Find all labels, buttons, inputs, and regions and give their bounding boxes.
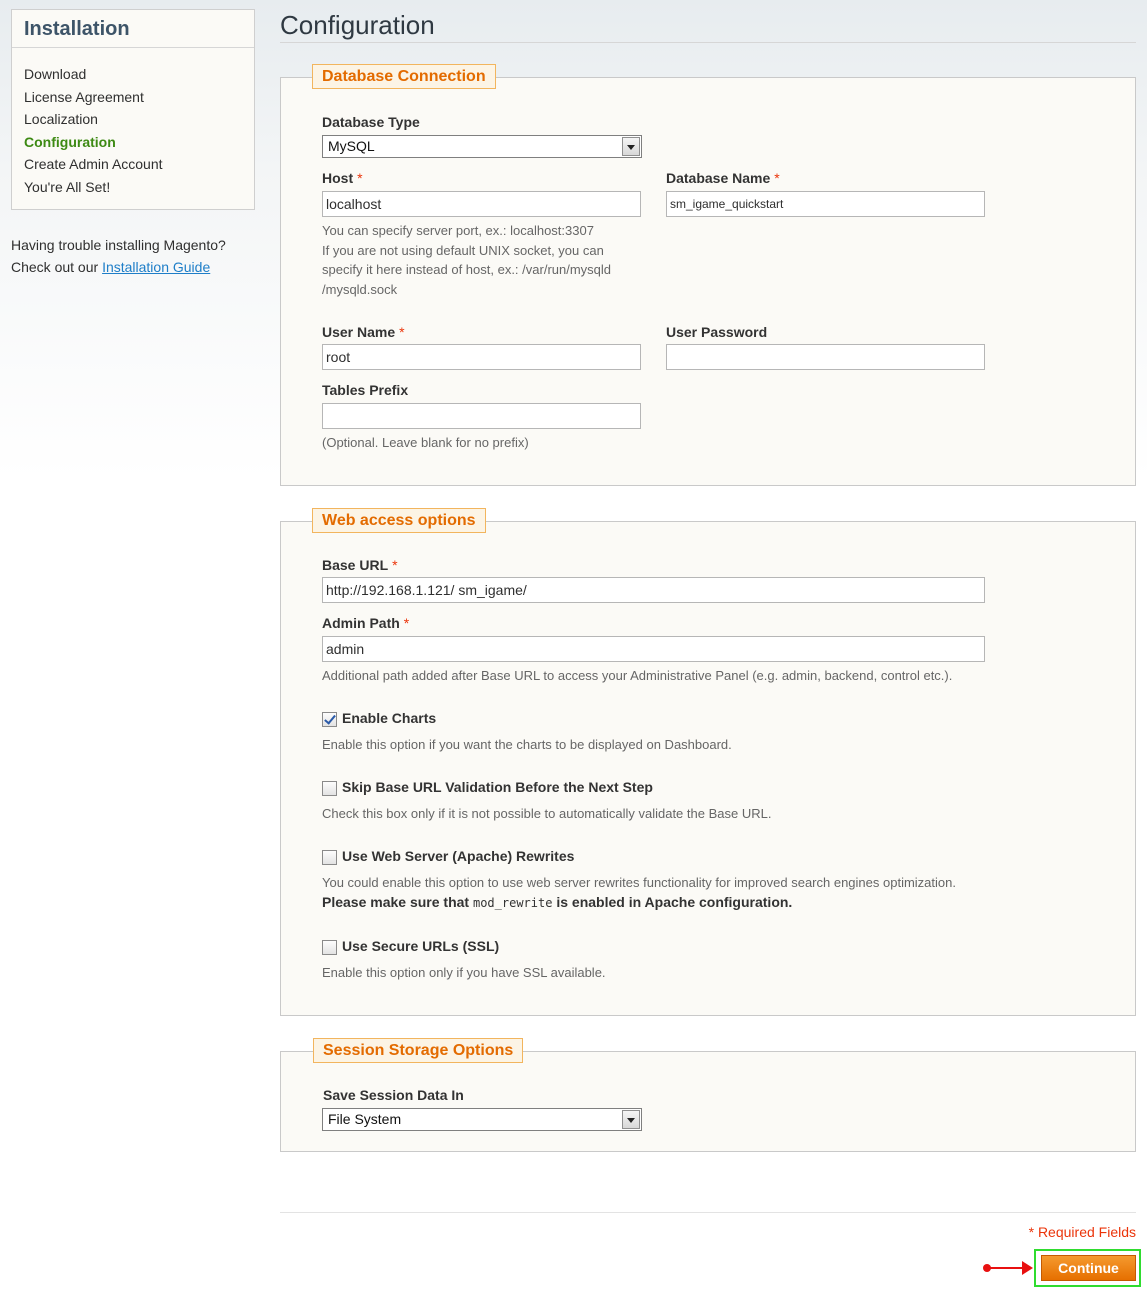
skip-url-validation-note: Check this box only if it is not possibl…	[322, 806, 772, 821]
annotation-arrow-head-icon	[1022, 1261, 1033, 1275]
tables-prefix-input[interactable]	[322, 403, 641, 429]
help-prefix: Check out our	[11, 259, 103, 275]
enable-charts-checkbox[interactable]	[322, 712, 337, 727]
title-divider	[280, 42, 1136, 43]
admin-path-input[interactable]: admin	[322, 636, 985, 662]
host-label: Host *	[322, 170, 363, 186]
required-fields-note: * Required Fields	[1028, 1224, 1136, 1240]
step-all-set: You're All Set!	[24, 178, 111, 195]
use-rewrites-checkbox[interactable]	[322, 850, 337, 865]
help-line-1: Having trouble installing Magento?	[11, 237, 226, 253]
host-note: You can specify server port, ex.: localh…	[322, 223, 612, 297]
tables-prefix-note: (Optional. Leave blank for no prefix)	[322, 435, 529, 450]
user-name-label: User Name *	[322, 324, 405, 340]
annotation-arrow-line	[988, 1267, 1026, 1269]
sidebar-title: Installation	[24, 18, 130, 40]
save-session-value: File System	[328, 1111, 402, 1127]
help-text: Having trouble installing Magento? Check…	[11, 234, 261, 278]
session-storage-legend: Session Storage Options	[313, 1038, 524, 1063]
step-license-agreement: License Agreement	[24, 88, 144, 105]
chevron-down-icon[interactable]	[622, 137, 640, 156]
mod-rewrite-code: mod_rewrite	[472, 896, 553, 910]
database-name-input[interactable]: sm_igame_quickstart	[666, 191, 985, 217]
use-rewrites-label[interactable]: Use Web Server (Apache) Rewrites	[342, 848, 574, 864]
database-name-label: Database Name *	[666, 170, 780, 186]
step-localization: Localization	[24, 111, 98, 127]
use-ssl-label[interactable]: Use Secure URLs (SSL)	[342, 938, 499, 954]
required-star: *	[774, 170, 780, 186]
user-name-input[interactable]: root	[322, 344, 641, 370]
tables-prefix-label: Tables Prefix	[322, 382, 409, 398]
admin-path-note: Additional path added after Base URL to …	[322, 668, 953, 683]
save-session-label: Save Session Data In	[323, 1087, 464, 1103]
enable-charts-label[interactable]: Enable Charts	[342, 710, 436, 726]
database-connection-legend: Database Connection	[312, 64, 496, 89]
user-password-label: User Password	[666, 324, 768, 340]
footer-divider	[280, 1212, 1136, 1213]
required-star: *	[392, 557, 398, 573]
step-download: Download	[24, 66, 87, 82]
admin-path-label: Admin Path *	[322, 615, 410, 631]
use-ssl-note: Enable this option only if you have SSL …	[322, 965, 606, 980]
required-star: *	[399, 324, 405, 340]
use-ssl-checkbox[interactable]	[322, 940, 337, 955]
required-star: *	[357, 170, 363, 186]
use-rewrites-note-2: Please make sure that mod_rewrite is ena…	[322, 894, 793, 910]
sidebar-divider	[12, 47, 254, 48]
required-star: *	[403, 615, 410, 631]
database-type-select[interactable]: MySQL	[322, 135, 642, 158]
skip-url-validation-checkbox[interactable]	[322, 781, 337, 796]
web-access-legend: Web access options	[312, 508, 486, 533]
continue-button[interactable]: Continue	[1041, 1255, 1136, 1281]
base-url-input[interactable]: http://192.168.1.121/ sm_igame/	[322, 577, 985, 603]
base-url-label: Base URL *	[322, 557, 398, 573]
skip-url-validation-label[interactable]: Skip Base URL Validation Before the Next…	[342, 779, 653, 795]
step-create-admin-account: Create Admin Account	[24, 156, 163, 172]
database-type-label: Database Type	[322, 114, 420, 130]
chevron-down-icon[interactable]	[622, 1110, 640, 1129]
host-input[interactable]: localhost	[322, 191, 641, 217]
help-line-2: Check out our Installation Guide	[11, 256, 261, 278]
use-rewrites-note: You could enable this option to use web …	[322, 875, 956, 890]
user-password-input[interactable]	[666, 344, 985, 370]
installation-guide-link[interactable]: Installation Guide	[102, 259, 210, 275]
save-session-select[interactable]: File System	[322, 1108, 642, 1131]
page-title: Configuration	[280, 10, 435, 40]
enable-charts-note: Enable this option if you want the chart…	[322, 737, 732, 752]
installation-steps-panel: Installation Download License Agreement …	[11, 9, 255, 210]
database-type-value: MySQL	[328, 138, 375, 154]
step-configuration: Configuration	[24, 133, 116, 150]
step-list: Download License Agreement Localization …	[24, 63, 163, 198]
